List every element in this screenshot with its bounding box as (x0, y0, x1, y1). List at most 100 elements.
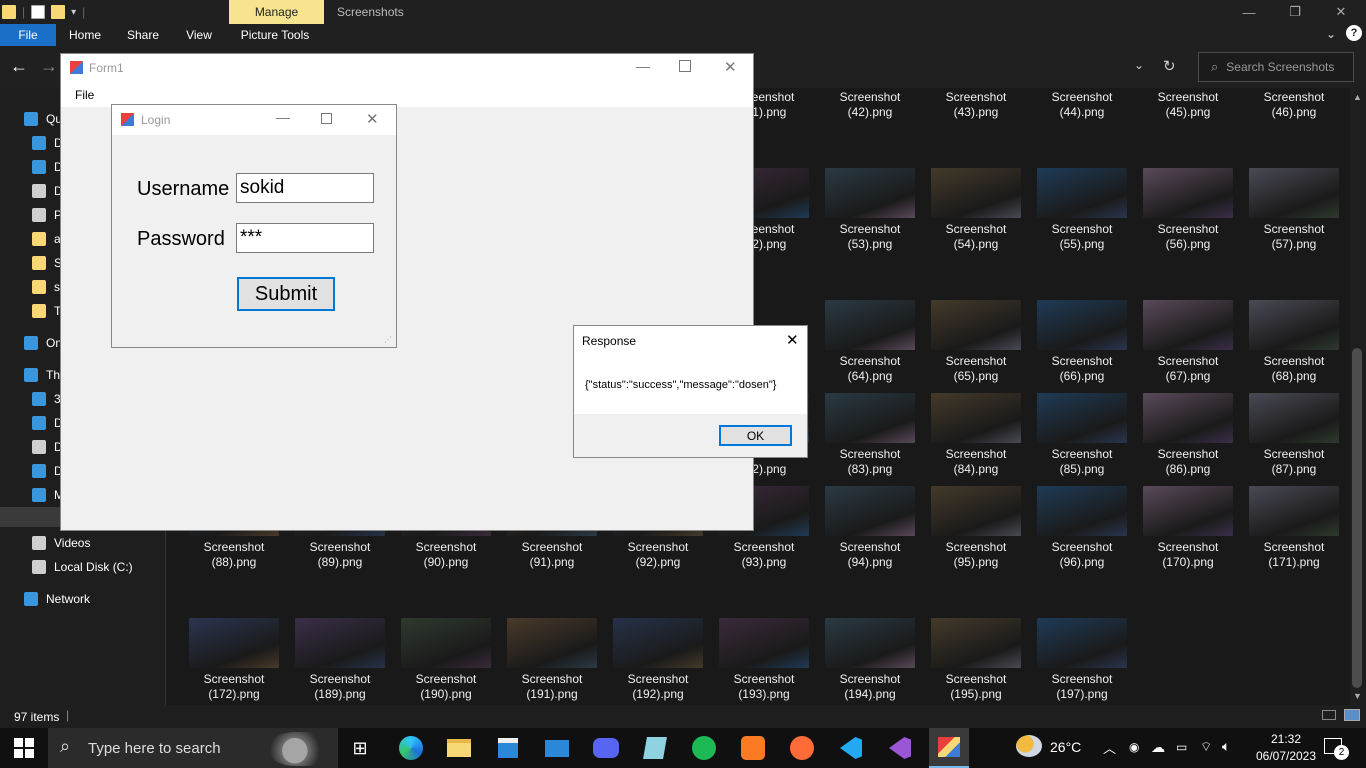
taskbar-search-input[interactable]: ⌕ Type here to search (48, 728, 338, 768)
file-thumbnail[interactable] (295, 618, 385, 668)
onedrive-tray-icon[interactable]: ☁ (1151, 739, 1165, 756)
notepad-icon[interactable] (640, 733, 670, 763)
file-thumbnail[interactable] (719, 618, 809, 668)
file-thumbnail[interactable] (825, 168, 915, 218)
file-thumbnail[interactable] (931, 393, 1021, 443)
back-arrow-icon[interactable]: ← (10, 56, 28, 77)
nav-item[interactable]: D (32, 156, 63, 178)
file-label[interactable]: Screenshot (170).png (1138, 540, 1238, 570)
file-label[interactable]: Screenshot (91).png (502, 540, 602, 570)
nav-item[interactable]: Local Disk (C:) (32, 556, 133, 578)
nav-item[interactable]: si (32, 276, 63, 298)
help-icon[interactable]: ? (1346, 25, 1362, 41)
vscode-icon[interactable] (836, 733, 866, 763)
file-label[interactable]: Screenshot (191).png (502, 672, 602, 702)
nav-item[interactable]: On (24, 332, 62, 354)
file-label[interactable]: Screenshot (192).png (608, 672, 708, 702)
nav-item[interactable]: Videos (32, 532, 90, 554)
file-label[interactable]: Screenshot (193).png (714, 672, 814, 702)
discord-icon[interactable] (591, 733, 621, 763)
file-thumbnail[interactable] (189, 618, 279, 668)
file-label[interactable]: Screenshot (42).png (820, 90, 920, 120)
edge-icon[interactable] (396, 733, 426, 763)
clock-time[interactable]: 21:32 (1258, 732, 1314, 746)
battery-icon[interactable]: ▭ (1176, 740, 1187, 754)
file-label[interactable]: Screenshot (67).png (1138, 354, 1238, 384)
search-input[interactable]: ⌕ Search Screenshots (1198, 52, 1354, 82)
volume-icon[interactable]: 🔈︎ (1222, 738, 1230, 755)
file-label[interactable]: Screenshot (87).png (1244, 447, 1344, 477)
file-label[interactable]: Screenshot (53).png (820, 222, 920, 252)
scrollbar-thumb[interactable] (1352, 348, 1362, 688)
file-thumbnail[interactable] (1037, 393, 1127, 443)
file-label[interactable]: Screenshot (55).png (1032, 222, 1132, 252)
xampp-icon[interactable] (738, 733, 768, 763)
file-thumbnail[interactable] (1037, 486, 1127, 536)
nav-item[interactable]: T (32, 300, 61, 322)
file-thumbnail[interactable] (825, 393, 915, 443)
nav-item[interactable]: D (32, 460, 63, 482)
file-label[interactable]: Screenshot (64).png (820, 354, 920, 384)
nav-item[interactable]: a (32, 228, 61, 250)
weather-icon[interactable] (1016, 735, 1042, 757)
file-thumbnail[interactable] (825, 486, 915, 536)
file-label[interactable]: Screenshot (43).png (926, 90, 1026, 120)
file-label[interactable]: Screenshot (197).png (1032, 672, 1132, 702)
file-thumbnail[interactable] (931, 300, 1021, 350)
running-form-app-icon[interactable] (929, 728, 969, 768)
customize-toolbar-icon[interactable]: ▾ (71, 7, 76, 18)
temperature[interactable]: 26°C (1050, 739, 1081, 755)
file-label[interactable]: Screenshot (57).png (1244, 222, 1344, 252)
close-icon[interactable]: ✕ (786, 331, 799, 349)
maximize-icon[interactable] (679, 60, 691, 72)
file-label[interactable]: Screenshot (86).png (1138, 447, 1238, 477)
forward-arrow-icon[interactable]: → (40, 56, 58, 77)
file-thumbnail[interactable] (1249, 393, 1339, 443)
tab-file[interactable]: File (0, 24, 56, 46)
nav-item[interactable]: Qu (24, 108, 62, 130)
chevron-up-icon[interactable]: ︿ (1103, 738, 1116, 757)
nav-item[interactable]: D (32, 132, 63, 154)
password-input[interactable]: *** (236, 223, 374, 253)
store-icon[interactable] (493, 733, 523, 763)
close-icon[interactable]: ✕ (724, 58, 737, 76)
tab-share[interactable]: Share (120, 24, 166, 46)
file-thumbnail[interactable] (1037, 300, 1127, 350)
scroll-up-icon[interactable]: ▲ (1353, 92, 1362, 102)
ok-button[interactable]: OK (719, 425, 792, 446)
file-label[interactable]: Screenshot (84).png (926, 447, 1026, 477)
nav-item[interactable]: D (32, 412, 63, 434)
file-thumbnail[interactable] (825, 618, 915, 668)
file-label[interactable]: Screenshot (190).png (396, 672, 496, 702)
refresh-icon[interactable]: ↻ (1163, 57, 1176, 75)
maximize-icon[interactable] (321, 113, 332, 124)
wifi-icon[interactable]: ⌔ (1200, 739, 1212, 755)
file-label[interactable]: Screenshot (96).png (1032, 540, 1132, 570)
file-label[interactable]: Screenshot (94).png (820, 540, 920, 570)
file-label[interactable]: Screenshot (89).png (290, 540, 390, 570)
restore-icon[interactable]: ❐ (1272, 0, 1318, 24)
file-thumbnail[interactable] (1143, 300, 1233, 350)
mail-icon[interactable] (542, 733, 572, 763)
minimize-icon[interactable]: — (276, 109, 290, 125)
file-label[interactable]: Screenshot (194).png (820, 672, 920, 702)
file-label[interactable]: Screenshot (56).png (1138, 222, 1238, 252)
file-label[interactable]: Screenshot (189).png (290, 672, 390, 702)
file-label[interactable]: Screenshot (46).png (1244, 90, 1344, 120)
file-label[interactable]: Screenshot (44).png (1032, 90, 1132, 120)
file-thumbnail[interactable] (1143, 168, 1233, 218)
submit-button[interactable]: Submit (237, 277, 335, 311)
file-label[interactable]: Screenshot (95).png (926, 540, 1026, 570)
chevron-down-icon[interactable]: ⌄ (1326, 27, 1336, 41)
spotify-icon[interactable] (689, 733, 719, 763)
file-label[interactable]: Screenshot (65).png (926, 354, 1026, 384)
visual-studio-icon[interactable] (885, 733, 915, 763)
postman-icon[interactable] (787, 733, 817, 763)
file-thumbnail[interactable] (931, 618, 1021, 668)
file-label[interactable]: Screenshot (45).png (1138, 90, 1238, 120)
folder-icon[interactable] (2, 5, 16, 19)
file-thumbnail[interactable] (1143, 393, 1233, 443)
file-label[interactable]: Screenshot (85).png (1032, 447, 1132, 477)
file-thumbnail[interactable] (931, 168, 1021, 218)
minimize-icon[interactable]: — (1226, 0, 1272, 24)
